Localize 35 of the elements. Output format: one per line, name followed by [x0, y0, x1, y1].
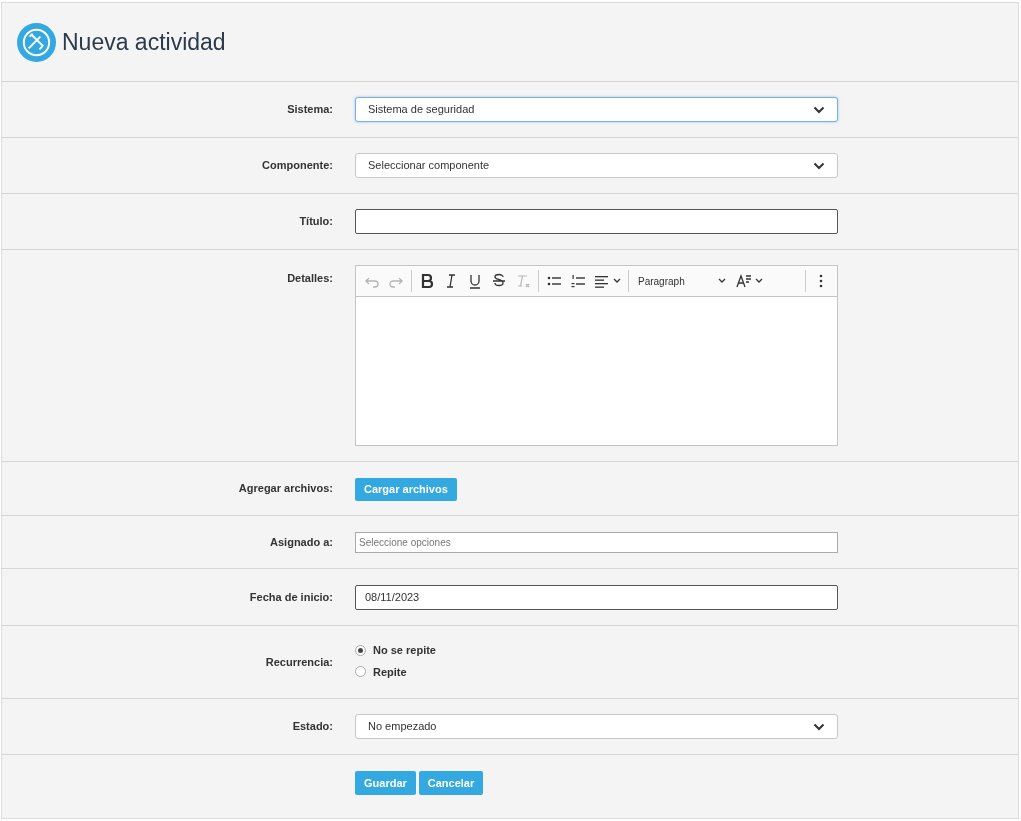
font-size-icon	[736, 273, 752, 289]
clear-formatting-icon	[515, 273, 531, 289]
numbered-list-icon	[570, 273, 586, 289]
chevron-down-icon	[613, 278, 621, 284]
page-title: Nueva actividad	[62, 27, 226, 57]
chevron-down-icon	[813, 161, 825, 170]
chevron-down-icon	[813, 105, 825, 114]
chevron-down-icon	[755, 278, 763, 284]
dropdown[interactable]: No empezado	[355, 714, 838, 739]
chevron-down-icon	[813, 722, 825, 731]
field-label: Componente:	[262, 159, 333, 172]
field-label: Detalles:	[287, 272, 333, 284]
underline-icon	[467, 273, 483, 289]
field-label: Recurrencia:	[265, 656, 333, 668]
date-field[interactable]: 08/11/2023	[355, 584, 838, 610]
input-field[interactable]: Seleccione opciones	[355, 531, 838, 553]
field-label: Título:	[299, 215, 333, 228]
rich-text-editor[interactable]: Paragraph	[355, 265, 838, 446]
dropdown[interactable]: Seleccionar componente	[355, 153, 838, 178]
field-label: Estado:	[292, 720, 333, 733]
radio-button[interactable]	[355, 666, 366, 678]
radio-button[interactable]	[355, 644, 366, 656]
dropdown[interactable]: Sistema de seguridad	[355, 97, 838, 122]
field-label: Sistema:	[287, 103, 333, 116]
field-label: Fecha de inicio:	[249, 590, 333, 603]
radio-label: No se repite	[373, 643, 436, 658]
chevron-down-icon	[718, 278, 726, 284]
field-label: Asignado a:	[270, 535, 333, 548]
field-label: Agregar archivos:	[238, 482, 333, 495]
radio-label: Repite	[373, 664, 407, 680]
bold-icon	[419, 273, 435, 289]
align-left-icon	[594, 273, 610, 289]
strikethrough-icon	[491, 273, 507, 289]
paragraph-format-dropdown[interactable]: Paragraph	[632, 269, 732, 293]
input-field[interactable]	[355, 209, 838, 234]
